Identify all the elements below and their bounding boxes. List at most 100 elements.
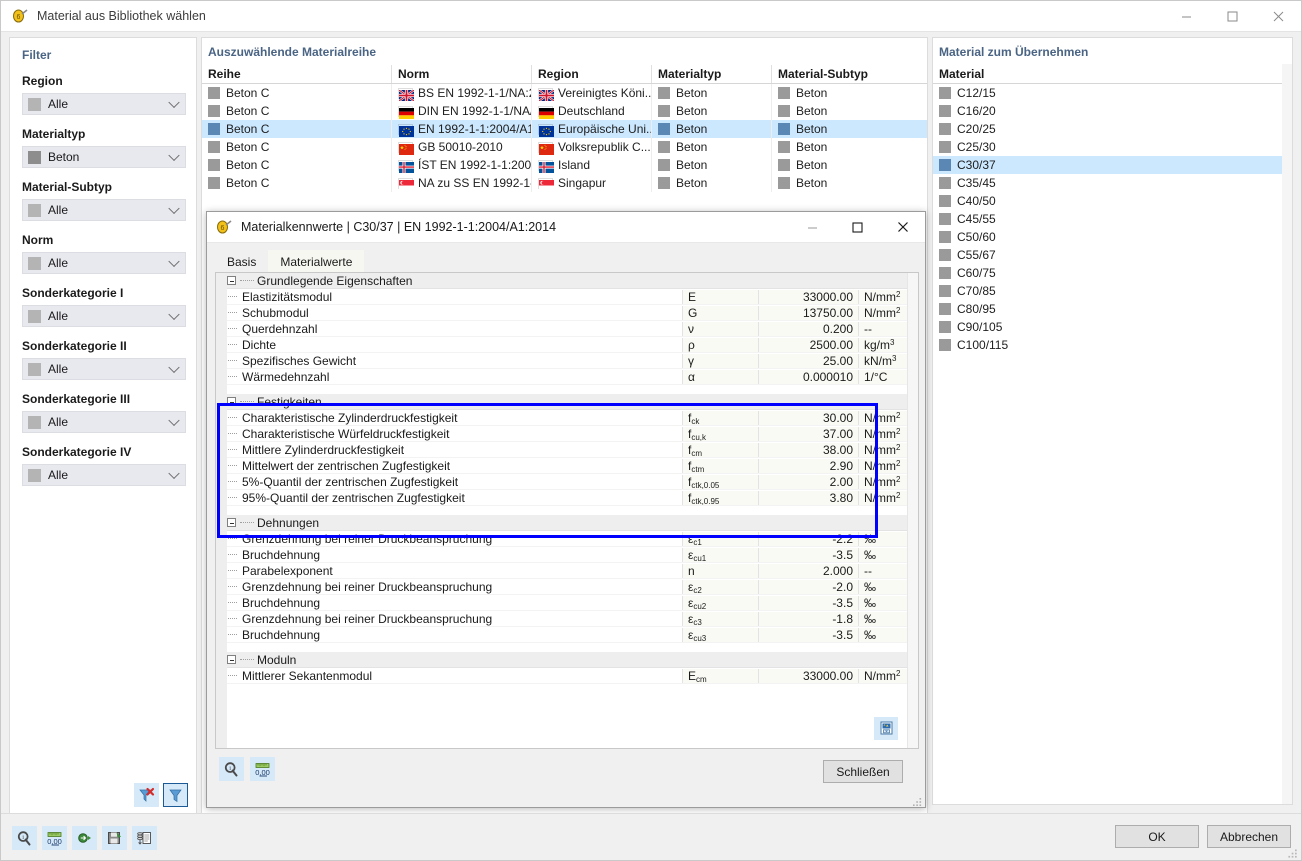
maximize-button[interactable]: [1209, 1, 1255, 32]
property-row[interactable]: Grenzdehnung bei reiner Druckbeanspruchu…: [216, 611, 918, 627]
swatch-icon: [28, 150, 41, 164]
tab-materialwerte[interactable]: Materialwerte: [268, 250, 365, 273]
property-row[interactable]: Elastizitätsmodul E 33000.00 N/mm2: [216, 289, 918, 305]
collapse-icon[interactable]: [227, 397, 236, 406]
filter-combo-norm[interactable]: Alle: [22, 252, 186, 274]
column-header-region[interactable]: Region: [532, 65, 652, 83]
property-label: 95%-Quantil der zentrischen Zugfestigkei…: [242, 490, 465, 505]
clear-filter-icon[interactable]: [134, 783, 159, 807]
dialog-close-button[interactable]: [880, 212, 925, 243]
property-row[interactable]: Grenzdehnung bei reiner Druckbeanspruchu…: [216, 531, 918, 547]
property-row[interactable]: Charakteristische Zylinderdruckfestigkei…: [216, 410, 918, 426]
column-header-materialtyp[interactable]: Materialtyp: [652, 65, 772, 83]
table-row[interactable]: Beton C ÍST EN 1992-1-1:2004/... Island …: [202, 156, 927, 174]
tree-indent: [216, 570, 240, 571]
dialog-minimize-button[interactable]: [790, 212, 835, 243]
table-row[interactable]: Beton C BS EN 1992-1-1/NA:20... Vereinig…: [202, 84, 927, 102]
filter-combo-sonderkategorie-2[interactable]: Alle: [22, 358, 186, 380]
list-item[interactable]: C60/75: [933, 264, 1292, 282]
minimize-button[interactable]: [1163, 1, 1209, 32]
copy-to-clipboard-icon[interactable]: [874, 717, 898, 740]
property-symbol: fctk,0.05: [682, 474, 758, 490]
list-item[interactable]: C35/45: [933, 174, 1292, 192]
filter-combo-sonderkategorie-1[interactable]: Alle: [22, 305, 186, 327]
property-row[interactable]: 5%-Quantil der zentrischen Zugfestigkeit…: [216, 474, 918, 490]
import-icon[interactable]: [72, 826, 97, 850]
list-item[interactable]: C40/50: [933, 192, 1292, 210]
property-row[interactable]: Bruchdehnung εcu2 -3.5 ‰: [216, 595, 918, 611]
property-row[interactable]: Wärmedehnzahl α 0.000010 1/°C: [216, 369, 918, 385]
filter-combo-materialtyp[interactable]: Beton: [22, 146, 186, 168]
group-header-grundlegende-eigenschaften[interactable]: Grundlegende Eigenschaften: [216, 273, 918, 289]
close-button[interactable]: [1255, 1, 1301, 32]
list-item[interactable]: C16/20: [933, 102, 1292, 120]
apply-filter-icon[interactable]: [163, 783, 188, 807]
list-item[interactable]: C55/67: [933, 246, 1292, 264]
property-row[interactable]: Parabelexponent n 2.000 --: [216, 563, 918, 579]
property-row[interactable]: Bruchdehnung εcu1 -3.5 ‰: [216, 547, 918, 563]
property-row[interactable]: Spezifisches Gewicht γ 25.00 kN/m3: [216, 353, 918, 369]
table-row[interactable]: Beton C NA zu SS EN 1992-1-1: Singapur B…: [202, 174, 927, 192]
dialog-maximize-button[interactable]: [835, 212, 880, 243]
table-row[interactable]: Beton C DIN EN 1992-1-1/NA/A... Deutschl…: [202, 102, 927, 120]
list-item[interactable]: C45/55: [933, 210, 1292, 228]
column-header-norm[interactable]: Norm: [392, 65, 532, 83]
dialog-schliessen-button[interactable]: Schließen: [823, 760, 903, 783]
list-item[interactable]: C100/115: [933, 336, 1292, 354]
tab-basis[interactable]: Basis: [215, 250, 268, 273]
list-item[interactable]: C12/15: [933, 84, 1292, 102]
list-item[interactable]: C80/95: [933, 300, 1292, 318]
property-value: 0.200: [758, 321, 858, 336]
table-row-selected[interactable]: Beton C EN 1992-1-1:2004/A1:2... Europäi…: [202, 120, 927, 138]
properties-vertical-scrollbar[interactable]: [907, 273, 918, 748]
info-icon[interactable]: i: [12, 826, 37, 850]
property-row[interactable]: Mittlerer Sekantenmodul Ecm 33000.00 N/m…: [216, 668, 918, 684]
material-properties-icon: 6: [215, 218, 233, 236]
collapse-icon[interactable]: [227, 655, 236, 664]
property-row[interactable]: Dichte ρ 2500.00 kg/m3: [216, 337, 918, 353]
save-icon[interactable]: [102, 826, 127, 850]
flag-cn-icon: [538, 141, 554, 155]
group-header-festigkeiten[interactable]: Festigkeiten: [216, 394, 918, 410]
property-row[interactable]: Charakteristische Würfeldruckfestigkeit …: [216, 426, 918, 442]
property-row[interactable]: Mittelwert der zentrischen Zugfestigkeit…: [216, 458, 918, 474]
list-item[interactable]: C90/105: [933, 318, 1292, 336]
cell-material-subtyp: Beton: [772, 174, 927, 192]
list-item[interactable]: C70/85: [933, 282, 1292, 300]
property-value: 3.80: [758, 490, 858, 505]
table-row[interactable]: Beton C GB 50010-2010 Volksrepublik C...…: [202, 138, 927, 156]
ok-button[interactable]: OK: [1115, 825, 1199, 848]
property-row[interactable]: Mittlere Zylinderdruckfestigkeit fcm 38.…: [216, 442, 918, 458]
cancel-button[interactable]: Abbrechen: [1207, 825, 1291, 848]
units-icon[interactable]: 0,00: [250, 757, 275, 781]
property-row[interactable]: Querdehnzahl ν 0.200 --: [216, 321, 918, 337]
report-icon[interactable]: [132, 826, 157, 850]
collapse-icon[interactable]: [227, 276, 236, 285]
window-resize-grip[interactable]: [1288, 848, 1298, 858]
tree-indent: [216, 328, 240, 329]
list-item[interactable]: C50/60: [933, 228, 1292, 246]
list-item[interactable]: C20/25: [933, 120, 1292, 138]
info-icon[interactable]: i: [219, 757, 244, 781]
property-row[interactable]: Grenzdehnung bei reiner Druckbeanspruchu…: [216, 579, 918, 595]
dialog-resize-grip[interactable]: [913, 796, 922, 806]
group-header-dehnungen[interactable]: Dehnungen: [216, 515, 918, 531]
list-item[interactable]: C25/30: [933, 138, 1292, 156]
vertical-scrollbar[interactable]: [1282, 64, 1292, 804]
group-header-moduln[interactable]: Moduln: [216, 652, 918, 668]
filter-combo-material-subtyp[interactable]: Alle: [22, 199, 186, 221]
filter-combo-region[interactable]: Alle: [22, 93, 186, 115]
column-header-material[interactable]: Material: [933, 65, 1292, 84]
property-row[interactable]: Bruchdehnung εcu3 -3.5 ‰: [216, 627, 918, 643]
property-row[interactable]: Schubmodul G 13750.00 N/mm2: [216, 305, 918, 321]
property-label: Mittlere Zylinderdruckfestigkeit: [242, 442, 405, 457]
cell-materialtyp: Beton: [652, 102, 772, 120]
collapse-icon[interactable]: [227, 518, 236, 527]
column-header-reihe[interactable]: Reihe: [202, 65, 392, 83]
filter-combo-sonderkategorie-3[interactable]: Alle: [22, 411, 186, 433]
units-icon[interactable]: 0,00: [42, 826, 67, 850]
filter-combo-sonderkategorie-4[interactable]: Alle: [22, 464, 186, 486]
property-row[interactable]: 95%-Quantil der zentrischen Zugfestigkei…: [216, 490, 918, 506]
list-item-selected[interactable]: C30/37: [933, 156, 1292, 174]
column-header-material-subtyp[interactable]: Material-Subtyp: [772, 65, 927, 83]
